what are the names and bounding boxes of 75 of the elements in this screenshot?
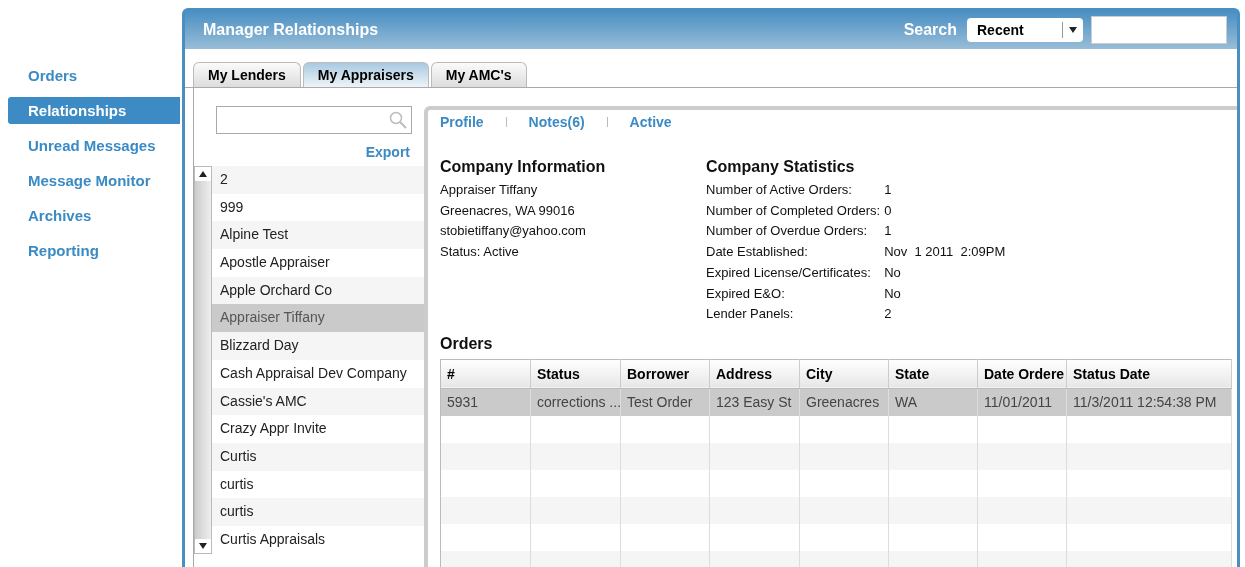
table-row[interactable]: 5931 corrections ... Test Order 123 Easy St Greenacres WA 11/01/2011 11/3/2011 12:54:38 PM bbox=[440, 388, 1232, 416]
stat-label: Number of Completed Orders: bbox=[706, 201, 881, 220]
nav-item[interactable]: Unread Messages bbox=[8, 132, 180, 159]
info-text: Status: Active bbox=[440, 243, 520, 262]
stat-value: 2 bbox=[884, 305, 893, 324]
scrollbar[interactable] bbox=[194, 166, 212, 554]
list-item[interactable]: 2 bbox=[212, 166, 424, 194]
info-text: stobietiffany@yahoo.com bbox=[440, 222, 587, 241]
list-item[interactable]: Blizzard Day bbox=[212, 332, 424, 360]
column-header[interactable]: Borrower bbox=[620, 359, 710, 389]
table-cell: Greenacres bbox=[799, 388, 889, 416]
list-item[interactable]: Crazy Appr Invite bbox=[212, 415, 424, 443]
stat-label: Number of Active Orders: bbox=[706, 181, 853, 199]
section-title: Company Information bbox=[440, 158, 607, 176]
stat-value: 0 bbox=[884, 201, 893, 220]
list-item[interactable]: Cash Appraisal Dev Company bbox=[212, 359, 424, 388]
list-item[interactable]: 999 bbox=[212, 193, 424, 222]
list-item[interactable]: curtis bbox=[212, 498, 424, 526]
search-icon bbox=[389, 111, 407, 129]
nav-item[interactable]: Reporting bbox=[8, 237, 180, 264]
scroll-down-icon[interactable] bbox=[199, 542, 207, 549]
list-item[interactable]: Cassie's AMC bbox=[212, 387, 424, 416]
list-item[interactable]: Curtis bbox=[212, 442, 424, 471]
list-item[interactable]: Curtis Appraisals bbox=[212, 525, 424, 554]
nav-item[interactable]: Archives bbox=[8, 202, 180, 229]
stat-label: Expired E&O: bbox=[706, 284, 786, 303]
tab[interactable]: My AMC's bbox=[430, 62, 527, 87]
list-item[interactable]: Appraiser Tiffany bbox=[212, 304, 424, 333]
table-cell: 11/01/2011 bbox=[977, 388, 1067, 416]
stat-value: No bbox=[884, 284, 902, 303]
stat-value: 1 bbox=[884, 181, 893, 199]
list-item[interactable]: curtis bbox=[212, 470, 424, 499]
table-cell: 11/3/2011 12:54:38 PM bbox=[1066, 388, 1232, 416]
export-link[interactable]: Export bbox=[365, 144, 410, 160]
list-item[interactable]: Alpine Test bbox=[212, 221, 424, 250]
column-header[interactable]: State bbox=[888, 359, 978, 389]
info-text: Appraiser Tiffany bbox=[440, 181, 539, 199]
section-link[interactable]: Profile bbox=[440, 114, 484, 130]
window-title: Manager Relationships bbox=[203, 21, 380, 39]
list-search-field[interactable] bbox=[216, 106, 412, 134]
scroll-up-icon[interactable] bbox=[199, 171, 207, 177]
section-link[interactable]: Active bbox=[629, 114, 672, 130]
search-dropdown[interactable]: Recent bbox=[967, 18, 1083, 42]
stat-label: Expired License/Certificates: bbox=[706, 263, 872, 282]
table-cell: 123 Easy St bbox=[709, 388, 800, 416]
info-text: Greenacres, WA 99016 bbox=[440, 201, 576, 220]
stat-label: Lender Panels: bbox=[706, 305, 795, 324]
table-cell: corrections ... bbox=[530, 388, 621, 416]
section-title: Company Statistics bbox=[706, 158, 856, 176]
section-title: Orders bbox=[440, 334, 494, 353]
table-cell: WA bbox=[888, 388, 978, 416]
column-header[interactable]: Address bbox=[709, 359, 800, 389]
table-cell: Test Order bbox=[620, 388, 710, 416]
column-header[interactable]: Status bbox=[530, 359, 621, 389]
nav-item[interactable]: Orders bbox=[8, 62, 180, 89]
column-header[interactable]: City bbox=[799, 359, 889, 389]
column-header[interactable]: Date Ordere bbox=[977, 359, 1067, 389]
stat-value: 1 bbox=[884, 222, 893, 241]
tab[interactable]: My Appraisers bbox=[302, 62, 429, 87]
stat-value: No bbox=[884, 263, 902, 282]
stat-label: Date Established: bbox=[706, 243, 809, 262]
list-item[interactable]: Apple Orchard Co bbox=[212, 276, 424, 305]
column-header[interactable]: # bbox=[440, 359, 531, 389]
stat-value: Nov 1 2011 2:09PM bbox=[884, 243, 1006, 262]
nav-item[interactable]: Relationships bbox=[8, 97, 180, 124]
column-header[interactable]: Status Date bbox=[1066, 359, 1232, 389]
tab[interactable]: My Lenders bbox=[193, 62, 301, 87]
table-cell: 5931 bbox=[440, 388, 531, 416]
list-item[interactable]: Apostle Appraiser bbox=[212, 249, 424, 277]
search-field[interactable] bbox=[1091, 16, 1227, 44]
stat-label: Number of Overdue Orders: bbox=[706, 222, 869, 241]
caret-icon bbox=[1069, 27, 1077, 33]
section-link[interactable]: Notes(6) bbox=[528, 114, 585, 130]
search-label: Search bbox=[903, 21, 957, 39]
nav-item[interactable]: Message Monitor bbox=[8, 167, 180, 194]
